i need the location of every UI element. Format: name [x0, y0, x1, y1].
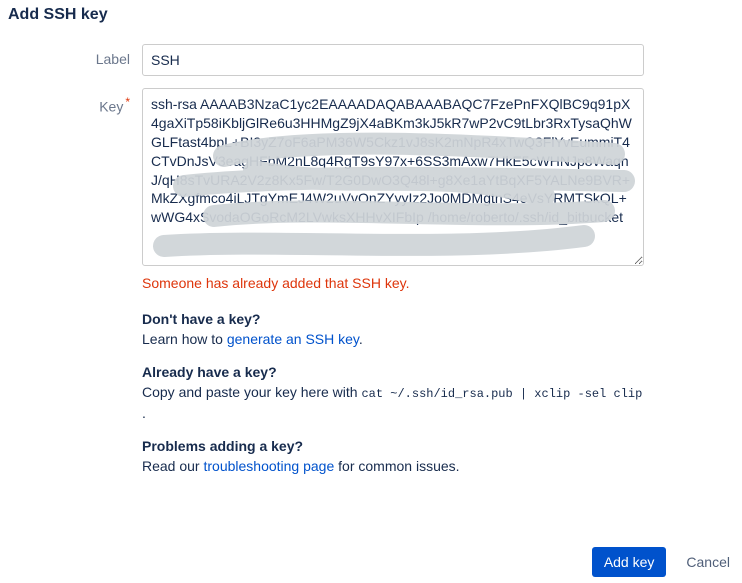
- help-no-key-heading: Don't have a key?: [142, 311, 644, 327]
- key-textarea[interactable]: ssh-rsa AAAAB3NzaC1yc2EAAAADAQABAAABAQC7…: [142, 88, 644, 266]
- add-key-button[interactable]: Add key: [592, 547, 667, 577]
- generate-ssh-key-link[interactable]: generate an SSH key: [227, 331, 359, 347]
- key-field-label: Key*: [8, 88, 142, 115]
- help-have-key-text: Copy and paste your key here with cat ~/…: [142, 382, 644, 424]
- label-field-label: Label: [8, 44, 142, 67]
- help-no-key-text: Learn how to generate an SSH key.: [142, 329, 644, 350]
- troubleshooting-link[interactable]: troubleshooting page: [203, 458, 334, 474]
- label-input[interactable]: [142, 44, 644, 76]
- help-problems-text: Read our troubleshooting page for common…: [142, 456, 644, 477]
- cancel-button[interactable]: Cancel: [686, 547, 730, 577]
- help-have-key-heading: Already have a key?: [142, 364, 644, 380]
- required-asterisk: *: [125, 95, 130, 109]
- page-title: Add SSH key: [8, 6, 734, 24]
- error-message: Someone has already added that SSH key.: [142, 275, 644, 291]
- label-row: Label: [8, 44, 734, 76]
- copy-command-code: cat ~/.ssh/id_rsa.pub | xclip -sel clip: [361, 387, 642, 401]
- key-row: Key* ssh-rsa AAAAB3NzaC1yc2EAAAADAQABAAA…: [8, 88, 734, 291]
- help-problems-heading: Problems adding a key?: [142, 438, 644, 454]
